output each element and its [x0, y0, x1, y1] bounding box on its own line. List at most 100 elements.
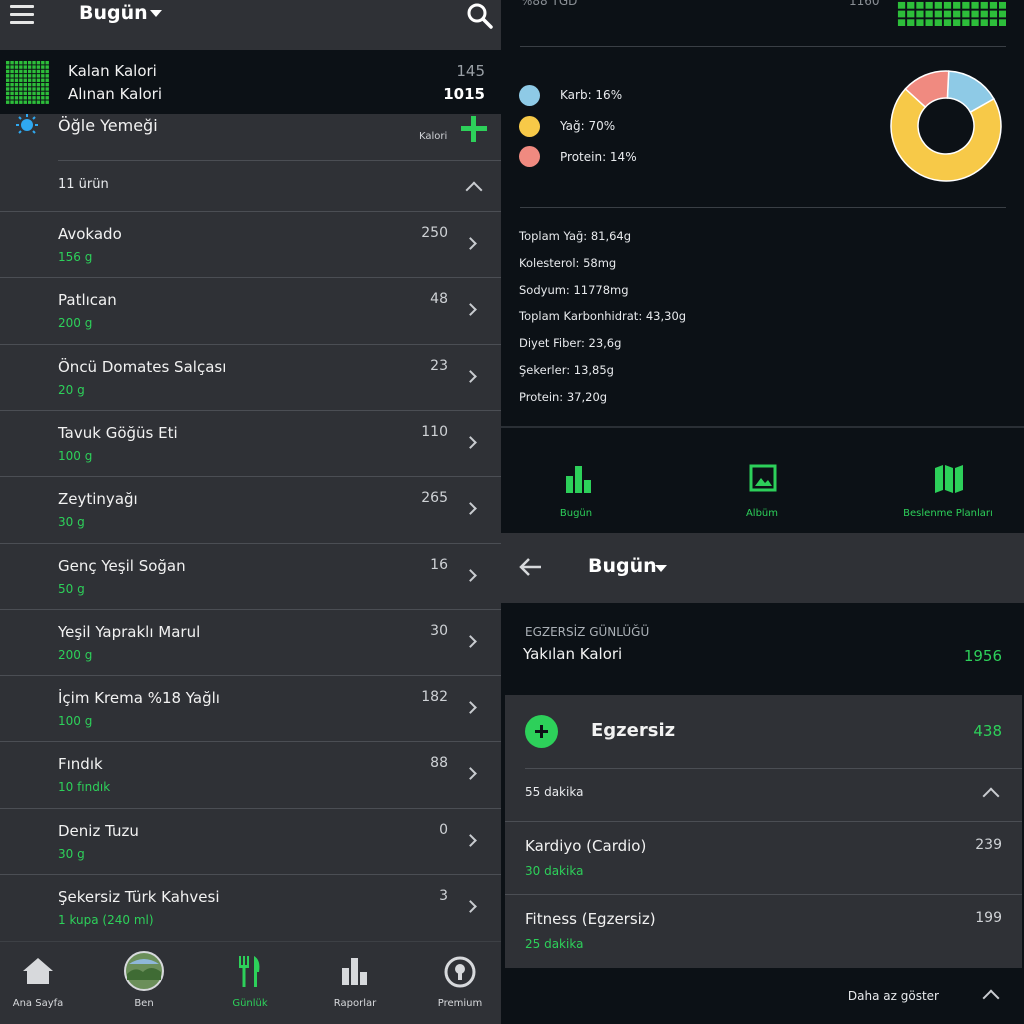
exercise-app-bar: Bugün — [501, 533, 1024, 603]
nutrient-row: Kolesterol: 58mg — [519, 256, 617, 270]
burned-calories-value: 1956 — [963, 647, 1002, 665]
food-name: Öncü Domates Salçası — [58, 357, 227, 376]
chevron-right-icon[interactable] — [464, 900, 477, 913]
search-icon[interactable] — [467, 3, 493, 29]
menu-icon[interactable] — [10, 5, 34, 27]
left-panel: Bugün Kalan Kalori Alınan Kalori 145 101… — [0, 0, 501, 1024]
chevron-right-icon[interactable] — [464, 237, 477, 250]
show-less-label: Daha az göster — [847, 989, 939, 1003]
divider — [520, 207, 1006, 208]
chevron-right-icon[interactable] — [464, 701, 477, 714]
bar-chart-icon — [566, 466, 591, 493]
chevron-right-icon[interactable] — [464, 767, 477, 781]
chevron-right-icon[interactable] — [464, 568, 477, 582]
chevron-right-icon[interactable] — [464, 369, 477, 383]
home-icon — [23, 958, 53, 984]
food-name: Fındık — [58, 755, 103, 774]
chevron-right-icon[interactable] — [464, 634, 477, 648]
nav-reports[interactable]: Raporlar — [305, 942, 405, 1024]
food-amount: 100 g — [58, 448, 93, 463]
food-row[interactable]: Genç Yeşil Soğan 50 g 16 — [0, 542, 501, 609]
exercise-card-title: Egzersiz — [591, 720, 676, 741]
chevron-right-icon[interactable] — [464, 833, 477, 847]
bar-chart-icon — [342, 958, 367, 985]
food-name: Deniz Tuzu — [58, 821, 139, 840]
add-exercise-icon[interactable] — [525, 715, 558, 748]
tab-diet-plans-label: Beslenme Planları — [903, 508, 993, 519]
remaining-calories-value: 145 — [456, 62, 485, 80]
food-name: Zeytinyağı — [58, 490, 138, 509]
food-row[interactable]: Tavuk Göğüs Eti 100 g 110 — [0, 409, 501, 476]
food-kcal: 265 — [421, 490, 448, 507]
legend-dot-fat — [519, 116, 540, 137]
collapse-chevron-icon[interactable] — [982, 989, 1000, 1007]
tab-today-label: Bugün — [559, 508, 593, 519]
legend-dot-protein — [519, 146, 540, 167]
tab-album[interactable]: Albüm — [677, 428, 847, 533]
item-count: 11 ürün — [58, 177, 109, 192]
food-kcal: 182 — [421, 689, 448, 706]
show-less-bar[interactable]: Daha az göster — [505, 968, 1022, 1024]
food-kcal: 16 — [430, 556, 448, 573]
legend-label-protein: Protein: 14% — [560, 150, 637, 164]
legend-label-carb: Karb: 16% — [560, 88, 623, 102]
exercise-log-summary: EGZERSİZ GÜNLÜĞÜ Yakılan Kalori 1956 — [501, 603, 1024, 695]
food-row[interactable]: Patlıcan 200 g 48 — [0, 277, 501, 343]
food-row[interactable]: Avokado 156 g 250 — [0, 211, 501, 277]
tab-diet-plans[interactable]: Beslenme Planları — [863, 428, 1024, 533]
top-app-bar: Bugün — [0, 0, 501, 50]
legend-label-fat: Yağ: 70% — [560, 119, 616, 133]
tab-today[interactable]: Bugün — [491, 428, 661, 533]
bottom-navigation: Ana Sayfa Ben Günlük Raporlar Premium — [0, 941, 501, 1024]
chevron-down-icon[interactable] — [150, 10, 162, 17]
meal-kcal-label: Kalori — [419, 131, 448, 142]
food-row[interactable]: Şekersiz Türk Kahvesi 1 kupa (240 ml) 3 — [0, 874, 501, 940]
food-name: Patlıcan — [58, 291, 117, 310]
nav-me[interactable]: Ben — [94, 942, 194, 1024]
date-selector-title[interactable]: Bugün — [79, 2, 148, 24]
remaining-calories-label: Kalan Kalori — [68, 62, 157, 80]
image-icon — [749, 464, 777, 492]
collapse-chevron-icon[interactable] — [982, 787, 1000, 805]
food-row[interactable]: Zeytinyağı 30 g 265 — [0, 476, 501, 542]
food-kcal: 48 — [430, 291, 448, 308]
food-amount: 30 g — [58, 846, 85, 861]
meal-header: Öğle Yemeği Kalori — [0, 114, 501, 160]
food-amount: 50 g — [58, 581, 85, 596]
divider — [505, 821, 1022, 822]
taken-calories-label: Alınan Kalori — [68, 85, 163, 103]
premium-badge-icon — [444, 956, 476, 988]
food-name: Yeşil Yapraklı Marul — [58, 622, 201, 641]
food-row[interactable]: İçim Krema %18 Yağlı 100 g 182 — [0, 675, 501, 741]
nav-diary[interactable]: Günlük — [200, 942, 300, 1024]
add-food-icon[interactable] — [461, 116, 487, 142]
date-selector-title[interactable]: Bugün — [588, 555, 657, 577]
food-name: Genç Yeşil Soğan — [58, 556, 186, 575]
sun-icon — [16, 114, 38, 134]
chevron-right-icon[interactable] — [464, 303, 477, 317]
food-kcal: 88 — [430, 755, 448, 772]
food-name: Şekersiz Türk Kahvesi — [58, 888, 220, 906]
food-row[interactable]: Fındık 10 fındık 88 — [0, 741, 501, 807]
nutrient-row: Toplam Yağ: 81,64g — [519, 229, 632, 243]
nutrient-row: Diyet Fiber: 23,6g — [519, 336, 622, 350]
food-kcal: 30 — [430, 622, 448, 639]
chevron-down-icon[interactable] — [655, 565, 667, 572]
back-arrow-icon[interactable] — [519, 557, 543, 577]
food-amount: 20 g — [58, 382, 85, 397]
nav-premium[interactable]: Premium — [410, 942, 510, 1024]
nutrient-row: Toplam Karbonhidrat: 43,30g — [519, 309, 687, 323]
food-row[interactable]: Öncü Domates Salçası 20 g 23 — [0, 343, 501, 410]
chevron-right-icon[interactable] — [464, 502, 477, 516]
divider — [525, 768, 1022, 769]
nav-home[interactable]: Ana Sayfa — [0, 942, 88, 1024]
food-name: Avokado — [58, 225, 122, 243]
chevron-right-icon[interactable] — [464, 436, 477, 449]
calorie-grid-icon — [5, 60, 49, 104]
food-row[interactable]: Deniz Tuzu 30 g 0 — [0, 807, 501, 874]
nav-me-label: Ben — [134, 998, 154, 1009]
food-amount: 1 kupa (240 ml) — [58, 913, 154, 927]
food-row[interactable]: Yeşil Yapraklı Marul 200 g 30 — [0, 608, 501, 675]
collapse-chevron-icon[interactable] — [465, 181, 483, 199]
food-kcal: 250 — [421, 225, 448, 241]
